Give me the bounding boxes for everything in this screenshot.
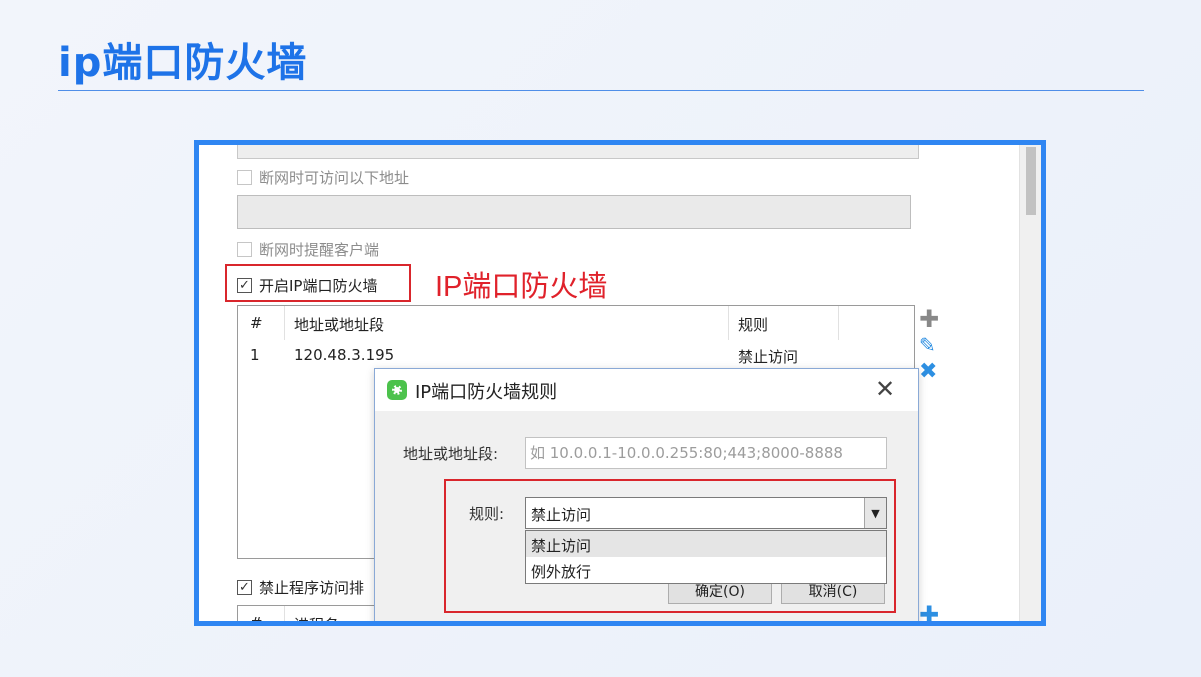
highlight-box-rule-select [444, 479, 896, 613]
allowed-addresses-input[interactable] [237, 195, 911, 229]
column-header-process[interactable]: 进程名 [294, 614, 339, 621]
column-header-num: # [250, 614, 263, 626]
dialog-titlebar: IP端口防火墙规则 ✕ [375, 369, 918, 411]
add-program-button[interactable]: ✚ [919, 601, 940, 626]
checkbox-block-programs[interactable]: ✓ [237, 580, 252, 595]
address-label: 地址或地址段: [403, 445, 499, 463]
column-header-address[interactable]: 地址或地址段 [294, 314, 384, 335]
edit-rule-button[interactable]: ✎ [919, 335, 936, 355]
cell-num: 1 [250, 346, 260, 364]
address-input[interactable] [525, 437, 887, 469]
checkbox-remind-client[interactable] [237, 242, 252, 257]
checkbox-row-remind-client[interactable]: 断网时提醒客户端 [237, 239, 379, 260]
delete-rule-button[interactable]: ✖ [919, 361, 937, 383]
pencil-icon: ✎ [919, 333, 936, 357]
column-separator [838, 306, 839, 340]
checkbox-label: 禁止程序访问排 [259, 579, 365, 597]
title-divider [58, 90, 1144, 91]
cell-rule: 禁止访问 [738, 348, 799, 366]
add-rule-button[interactable]: ✚ [919, 307, 939, 331]
column-separator [284, 606, 285, 621]
checkbox-row-block-programs[interactable]: ✓ 禁止程序访问排 [237, 577, 364, 598]
checkbox-label: 断网时可访问以下地址 [259, 169, 410, 187]
top-address-field[interactable] [237, 145, 919, 159]
highlight-box-firewall-checkbox [225, 264, 411, 302]
vertical-scrollbar[interactable] [1019, 145, 1041, 621]
plus-icon: ✚ [919, 601, 940, 626]
table-header: # 地址或地址段 规则 [238, 306, 914, 340]
cell-address: 120.48.3.195 [294, 346, 395, 364]
column-header-rule[interactable]: 规则 [738, 314, 768, 335]
annotation-label: IP端口防火墙 [435, 271, 608, 303]
plus-icon: ✚ [919, 305, 940, 333]
scrollbar-thumb[interactable] [1026, 147, 1036, 215]
dialog-title: IP端口防火墙规则 [415, 382, 558, 403]
page-title: ip端口防火墙 [58, 40, 308, 86]
checkbox-row-access-addresses[interactable]: 断网时可访问以下地址 [237, 167, 409, 188]
app-icon [387, 380, 407, 400]
screenshot-frame: 断网时可访问以下地址 断网时提醒客户端 ✓ 开启IP端口防火墙 IP端口防火墙 … [194, 140, 1046, 626]
column-separator [728, 306, 729, 340]
x-icon: ✖ [919, 359, 938, 384]
checkmark-icon: ✓ [239, 580, 250, 595]
close-icon[interactable]: ✕ [875, 375, 895, 403]
checkbox-access-addresses[interactable] [237, 170, 252, 185]
settings-panel: 断网时可访问以下地址 断网时提醒客户端 ✓ 开启IP端口防火墙 IP端口防火墙 … [199, 145, 1041, 621]
checkbox-label: 断网时提醒客户端 [259, 241, 380, 259]
column-header-num: # [250, 314, 263, 332]
column-separator [284, 306, 285, 340]
